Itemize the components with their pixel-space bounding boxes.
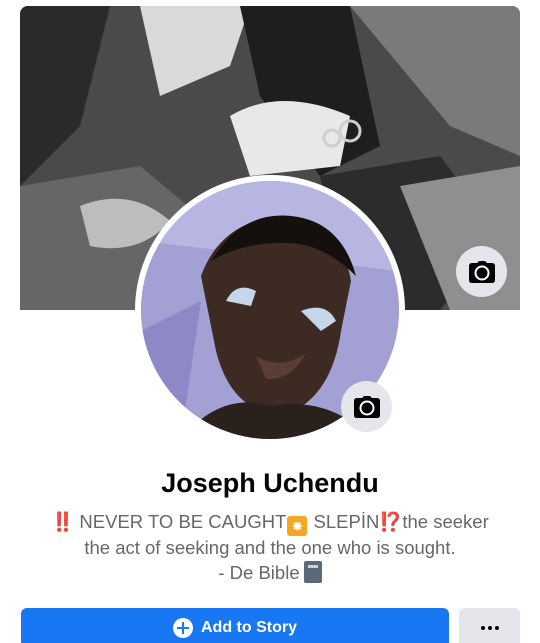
notebook-icon (303, 560, 322, 583)
profile-bio: ‼️ NEVER TO BE CAUGHT ✸ SLEPİN⁉️the seeke… (30, 510, 510, 585)
more-options-button[interactable] (459, 608, 520, 643)
ellipsis-icon (480, 626, 499, 630)
edit-cover-photo-button[interactable] (456, 246, 507, 297)
bio-text: - De Bible (218, 561, 300, 583)
profile-name: Joseph Uchendu (161, 468, 379, 498)
plus-circle-icon (173, 618, 193, 638)
add-to-story-button[interactable]: Add to Story (21, 608, 449, 643)
camera-icon (353, 395, 380, 418)
camera-icon (468, 260, 495, 283)
bio-line-2: the act of seeking and the one who is so… (84, 537, 456, 558)
bio-text: NEVER TO BE CAUGHT (74, 511, 287, 532)
double-exclamation-icon: ‼️ (51, 511, 75, 532)
profile-header: Joseph Uchendu ‼️ NEVER TO BE CAUGHT ✸ SL… (0, 0, 540, 643)
bio-line-3: - De Bible (30, 560, 510, 586)
edit-profile-picture-button[interactable] (341, 381, 392, 432)
bio-line-1: ‼️ NEVER TO BE CAUGHT ✸ SLEPİN⁉️the seeke… (30, 510, 510, 536)
collision-icon: ✸ (287, 516, 308, 536)
bio-text: the seeker (402, 511, 489, 532)
interrobang-icon: ⁉️ (379, 511, 403, 532)
add-to-story-label: Add to Story (201, 619, 297, 636)
bio-text: SLEPİN (308, 511, 380, 532)
